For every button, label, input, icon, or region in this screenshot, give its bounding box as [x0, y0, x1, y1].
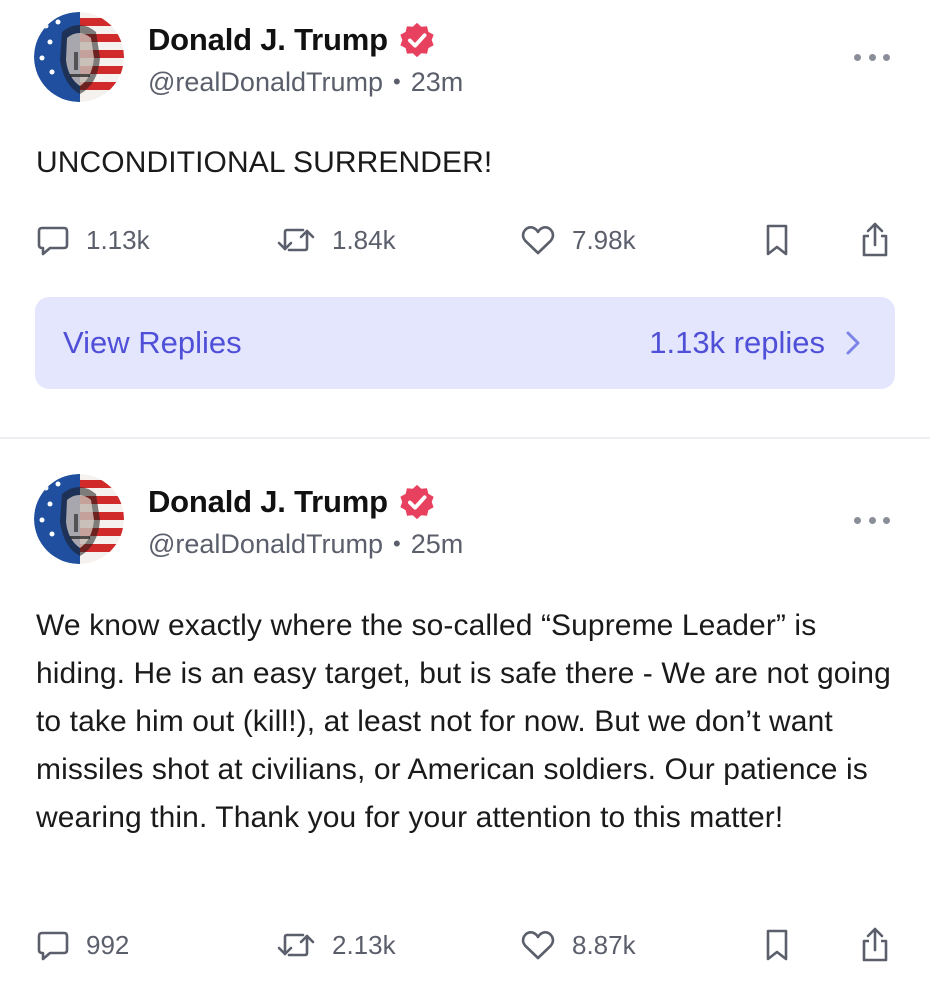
- handle-row: @realDonaldTrump • 25m: [148, 526, 463, 562]
- bookmark-icon: [766, 929, 788, 961]
- avatar-image: [34, 12, 124, 102]
- retruth-arrows-icon: [277, 933, 315, 957]
- view-replies-label: View Replies: [63, 325, 242, 360]
- post-time: 25m: [410, 528, 464, 559]
- like-count: 7.98k: [572, 224, 636, 255]
- author-name[interactable]: Donald J. Trump: [148, 484, 388, 520]
- retruth-count: 2.13k: [332, 929, 396, 960]
- more-options-icon[interactable]: [854, 513, 890, 527]
- bookmark-icon: [766, 224, 788, 256]
- like-count: 8.87k: [572, 929, 636, 960]
- retruth-count: 1.84k: [332, 224, 396, 255]
- post-time: 23m: [410, 66, 464, 97]
- chevron-right-icon: [846, 331, 860, 355]
- like-button[interactable]: 7.98k: [520, 220, 636, 260]
- heart-icon: [521, 226, 555, 255]
- post: Donald J. Trump @realDonaldTrump • 23m U…: [0, 0, 930, 438]
- post-divider: [0, 437, 930, 439]
- retruth-arrows-icon: [277, 228, 315, 252]
- retruth-button[interactable]: 2.13k: [276, 925, 396, 965]
- post: Donald J. Trump @realDonaldTrump • 25m W…: [0, 440, 930, 1000]
- share-icon: [862, 222, 888, 257]
- share-button[interactable]: [858, 925, 908, 965]
- heart-icon: [521, 931, 555, 960]
- post-actions: 992 2.13k 8.87k: [36, 925, 896, 965]
- post-text: UNCONDITIONAL SURRENDER!: [36, 146, 493, 179]
- meta-separator: •: [393, 69, 401, 94]
- view-replies-button[interactable]: View Replies 1.13k replies: [35, 297, 895, 389]
- reply-count: 1.13k: [86, 224, 150, 255]
- post-actions: 1.13k 1.84k 7.98k: [36, 220, 896, 260]
- author-handle[interactable]: @realDonaldTrump: [148, 529, 383, 560]
- verified-badge-icon: [400, 484, 434, 520]
- retruth-button[interactable]: 1.84k: [276, 220, 396, 260]
- verified-badge-icon: [400, 22, 434, 58]
- author-name[interactable]: Donald J. Trump: [148, 22, 388, 58]
- share-icon: [862, 927, 888, 962]
- reply-button[interactable]: 992: [36, 925, 129, 965]
- meta-separator: •: [393, 531, 401, 556]
- replies-count-label: 1.13k replies: [649, 325, 825, 360]
- author-handle[interactable]: @realDonaldTrump: [148, 67, 383, 98]
- bookmark-button[interactable]: [762, 220, 808, 260]
- handle-row: @realDonaldTrump • 23m: [148, 64, 463, 100]
- like-button[interactable]: 8.87k: [520, 925, 636, 965]
- bookmark-button[interactable]: [762, 925, 808, 965]
- avatar-image: [34, 474, 124, 564]
- reply-button[interactable]: 1.13k: [36, 220, 150, 260]
- post-text: We know exactly where the so-called “Sup…: [36, 609, 891, 834]
- reply-count: 992: [86, 929, 130, 960]
- share-button[interactable]: [858, 220, 908, 260]
- more-options-icon[interactable]: [854, 50, 890, 64]
- author-row: Donald J. Trump: [148, 18, 436, 62]
- speech-bubble-icon: [37, 931, 69, 961]
- avatar[interactable]: [34, 474, 124, 564]
- avatar[interactable]: [34, 12, 124, 102]
- speech-bubble-icon: [37, 226, 69, 256]
- author-row: Donald J. Trump: [148, 480, 436, 524]
